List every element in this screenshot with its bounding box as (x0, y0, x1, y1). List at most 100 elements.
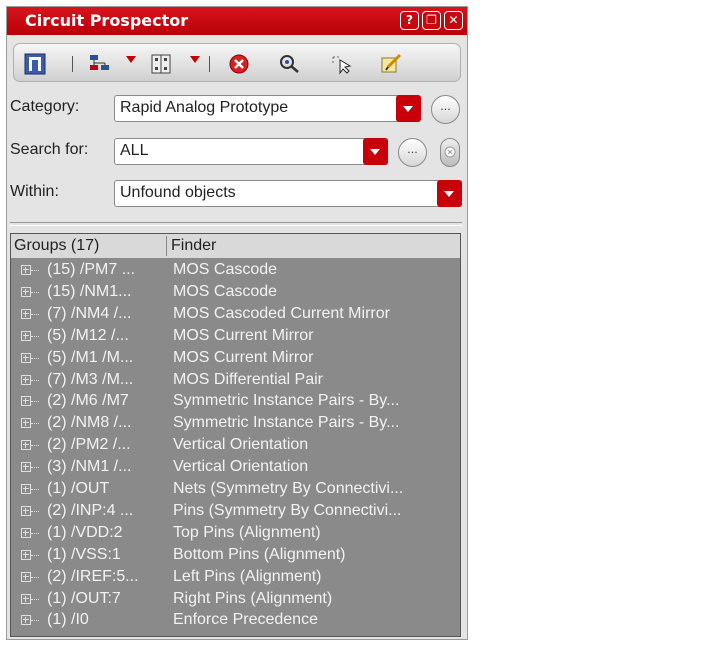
finder-cell: Left Pins (Alignment) (173, 567, 322, 585)
table-row[interactable]: (5) /M12 /... MOS Current Mirror (11, 326, 460, 348)
category-more-button[interactable]: ... (431, 95, 460, 124)
group-cell: (1) /VDD:2 (47, 523, 123, 541)
expand-icon[interactable] (21, 615, 31, 626)
dropdown-arrow-icon[interactable] (126, 56, 136, 63)
restore-button[interactable]: ❐ (422, 11, 441, 30)
group-cell: (2) /PM2 /... (47, 436, 131, 454)
table-row[interactable]: (2) /M6 /M7 Symmetric Instance Pairs - By… (11, 391, 460, 413)
finder-cell: Symmetric Instance Pairs - By... (173, 392, 400, 410)
search-select[interactable]: ALL (114, 138, 388, 165)
finder-cell: MOS Differential Pair (173, 370, 323, 388)
table-row[interactable]: (1) /I0 Enforce Precedence (11, 610, 460, 632)
table-row[interactable]: (1) /VDD:2 Top Pins (Alignment) (11, 523, 460, 545)
hierarchy-icon[interactable] (88, 53, 109, 73)
search-dropdown-icon[interactable] (363, 138, 388, 165)
group-cell: (1) /I0 (47, 611, 89, 629)
finder-cell: Enforce Precedence (173, 611, 318, 629)
expand-icon[interactable] (21, 418, 31, 429)
tree-line (31, 489, 39, 491)
column-header-finder[interactable]: Finder (171, 237, 216, 255)
expand-icon[interactable] (21, 265, 31, 275)
group-cell: (7) /NM4 /... (47, 304, 132, 322)
within-select[interactable]: Unfound objects (114, 180, 462, 207)
table-row[interactable]: (2) /INP:4 ... Pins (Symmetry By Connecti… (11, 501, 460, 523)
within-dropdown-icon[interactable] (437, 180, 462, 207)
search-clear-button[interactable] (440, 138, 460, 167)
dropdown-arrow-icon[interactable] (190, 56, 200, 63)
table-row[interactable]: (2) /IREF:5... Left Pins (Alignment) (11, 567, 460, 589)
expand-icon[interactable] (21, 374, 31, 385)
help-button[interactable]: ? (400, 11, 419, 30)
finder-cell: Nets (Symmetry By Connectivi... (173, 480, 404, 497)
table-row[interactable]: (7) /M3 /M... MOS Differential Pair (11, 370, 460, 392)
groups-table[interactable]: Groups (17) Finder (15) /PM7 ... MOS Casc… (10, 233, 461, 637)
tree-line (31, 401, 39, 403)
tree-line (31, 532, 39, 535)
table-row[interactable]: (2) /PM2 /... Vertical Orientation (11, 435, 460, 457)
table-row[interactable]: (5) /M1 /M... MOS Current Mirror (11, 348, 460, 370)
circuit-prospector-panel: Circuit Prospector ? ❐ ✕ Category: Rapid… (6, 6, 468, 640)
tree-line (31, 620, 39, 622)
toolbar-separator (209, 56, 210, 72)
find-icon[interactable] (278, 53, 299, 73)
tree-line (31, 467, 39, 469)
window-title: Circuit Prospector (25, 11, 189, 30)
grid-icon[interactable] (150, 53, 171, 74)
expand-icon[interactable] (21, 396, 31, 407)
tree-line (31, 598, 39, 601)
table-header: Groups (17) Finder (11, 234, 460, 259)
group-cell: (15) /PM7 ... (47, 261, 136, 278)
group-cell: (1) /OUT (47, 480, 110, 497)
title-bar[interactable]: Circuit Prospector ? ❐ ✕ (7, 7, 467, 35)
finder-cell: Symmetric Instance Pairs - By... (173, 414, 400, 432)
search-label: Search for: (10, 141, 89, 158)
expand-icon[interactable] (21, 571, 31, 582)
table-row[interactable]: (2) /NM8 /... Symmetric Instance Pairs - … (11, 413, 460, 435)
expand-icon[interactable] (21, 286, 31, 297)
category-dropdown-icon[interactable] (396, 95, 421, 122)
table-row[interactable]: (1) /VSS:1 Bottom Pins (Alignment) (11, 545, 460, 567)
tree-line (31, 335, 39, 338)
column-header-groups[interactable]: Groups (17) (14, 237, 99, 255)
edit-icon[interactable] (380, 53, 402, 73)
probe-icon[interactable] (24, 53, 46, 75)
finder-cell: Right Pins (Alignment) (173, 589, 333, 607)
tree-line (31, 270, 39, 272)
table-row[interactable]: (15) /NM1... MOS Cascode (11, 282, 460, 304)
finder-cell: MOS Cascoded Current Mirror (173, 304, 390, 322)
select-icon[interactable] (330, 53, 352, 75)
group-cell: (2) /IREF:5... (47, 567, 139, 585)
toolbar-separator (72, 56, 73, 72)
search-more-button[interactable]: ... (398, 138, 427, 167)
close-button[interactable]: ✕ (444, 11, 463, 30)
category-select[interactable]: Rapid Analog Prototype (114, 95, 421, 122)
table-row[interactable]: (1) /OUT Nets (Symmetry By Connectivi... (11, 479, 460, 501)
tree-line (31, 423, 39, 425)
tree-line (31, 357, 39, 360)
expand-icon[interactable] (21, 330, 31, 341)
table-row[interactable]: (3) /NM1 /... Vertical Orientation (11, 457, 460, 479)
expand-icon[interactable] (21, 308, 31, 319)
expand-icon[interactable] (21, 505, 31, 516)
expand-icon[interactable] (21, 352, 31, 363)
expand-icon[interactable] (21, 440, 31, 451)
tree-line (31, 291, 39, 294)
group-cell: (2) /M6 /M7 (47, 392, 129, 410)
tree-line (31, 313, 39, 316)
within-value: Unfound objects (120, 184, 236, 201)
column-divider[interactable] (166, 236, 167, 256)
finder-cell: MOS Current Mirror (173, 326, 314, 344)
expand-icon[interactable] (21, 549, 31, 560)
expand-icon[interactable] (21, 462, 31, 473)
expand-icon[interactable] (21, 484, 31, 494)
finder-cell: Vertical Orientation (173, 458, 309, 476)
tree-line (31, 510, 39, 513)
table-row[interactable]: (1) /OUT:7 Right Pins (Alignment) (11, 589, 460, 611)
within-label: Within: (10, 183, 59, 200)
table-row[interactable]: (15) /PM7 ... MOS Cascode (11, 260, 460, 282)
expand-icon[interactable] (21, 527, 31, 538)
stop-icon[interactable] (228, 53, 249, 74)
expand-icon[interactable] (21, 593, 31, 604)
table-row[interactable]: (7) /NM4 /... MOS Cascoded Current Mirror (11, 304, 460, 326)
finder-cell: MOS Cascode (173, 261, 278, 278)
